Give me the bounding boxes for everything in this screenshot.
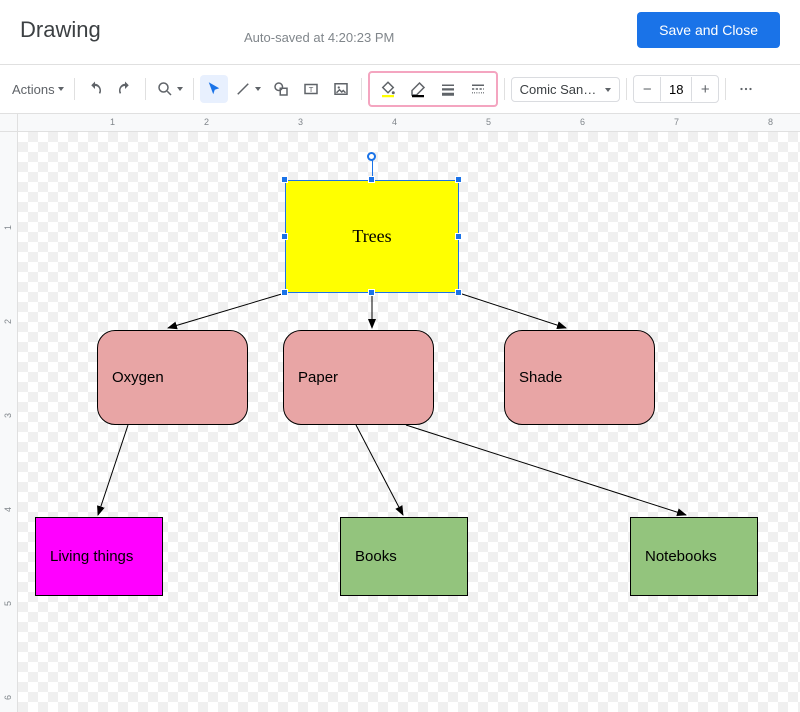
resize-handle-w[interactable] (281, 233, 288, 240)
separator (504, 78, 505, 100)
select-tool[interactable] (200, 75, 228, 103)
node-books[interactable]: Books (340, 517, 468, 596)
header-bar: Drawing Auto-saved at 4:20:23 PM Save an… (0, 0, 800, 65)
undo-button[interactable] (81, 75, 109, 103)
separator (626, 78, 627, 100)
image-tool[interactable] (327, 75, 355, 103)
node-paper-label: Paper (298, 369, 338, 386)
shape-tool[interactable] (267, 75, 295, 103)
resize-handle-e[interactable] (455, 233, 462, 240)
node-trees[interactable]: Trees (285, 180, 459, 293)
node-trees-label: Trees (352, 226, 391, 247)
redo-button[interactable] (111, 75, 139, 103)
ruler-corner (0, 114, 18, 132)
border-weight-button[interactable] (434, 75, 462, 103)
fill-color-button[interactable] (374, 75, 402, 103)
node-notebooks[interactable]: Notebooks (630, 517, 758, 596)
separator (145, 78, 146, 100)
autosave-status: Auto-saved at 4:20:23 PM (244, 30, 394, 45)
textbox-tool[interactable]: T (297, 75, 325, 103)
node-living-things[interactable]: Living things (35, 517, 163, 596)
node-living-label: Living things (50, 548, 133, 565)
node-shade-label: Shade (519, 369, 562, 386)
actions-menu[interactable]: Actions (8, 75, 68, 103)
drawing-canvas[interactable]: Trees Oxygen Paper Shade Living things B… (18, 132, 800, 712)
separator (74, 78, 75, 100)
font-size-control: − + (633, 75, 719, 103)
resize-handle-n[interactable] (368, 176, 375, 183)
zoom-menu[interactable] (152, 75, 187, 103)
border-dash-button[interactable] (464, 75, 492, 103)
save-and-close-button[interactable]: Save and Close (637, 12, 780, 48)
border-color-button[interactable] (404, 75, 432, 103)
separator (193, 78, 194, 100)
line-tool[interactable] (230, 75, 265, 103)
separator (361, 78, 362, 100)
increase-font-button[interactable]: + (692, 76, 718, 102)
more-options-button[interactable] (732, 75, 760, 103)
canvas-area: 1 2 3 4 5 6 7 8 1 2 3 4 5 6 Trees (0, 114, 800, 712)
separator (725, 78, 726, 100)
node-books-label: Books (355, 548, 397, 565)
node-shade[interactable]: Shade (504, 330, 655, 425)
vertical-ruler[interactable]: 1 2 3 4 5 6 (0, 132, 18, 712)
resize-handle-s[interactable] (368, 289, 375, 296)
node-notebooks-label: Notebooks (645, 548, 717, 565)
style-tools-highlighted (368, 71, 498, 107)
resize-handle-ne[interactable] (455, 176, 462, 183)
svg-text:T: T (308, 85, 313, 94)
decrease-font-button[interactable]: − (634, 76, 660, 102)
resize-handle-se[interactable] (455, 289, 462, 296)
node-oxygen[interactable]: Oxygen (97, 330, 248, 425)
font-family-select[interactable]: Comic San… (511, 77, 621, 102)
resize-handle-nw[interactable] (281, 176, 288, 183)
rotation-handle[interactable] (367, 152, 376, 161)
dialog-title: Drawing (20, 17, 101, 43)
horizontal-ruler[interactable]: 1 2 3 4 5 6 7 8 (18, 114, 800, 132)
toolbar: Actions T Comic San… − + (0, 65, 800, 114)
node-paper[interactable]: Paper (283, 330, 434, 425)
resize-handle-sw[interactable] (281, 289, 288, 296)
font-size-input[interactable] (660, 77, 692, 101)
node-oxygen-label: Oxygen (112, 369, 164, 386)
